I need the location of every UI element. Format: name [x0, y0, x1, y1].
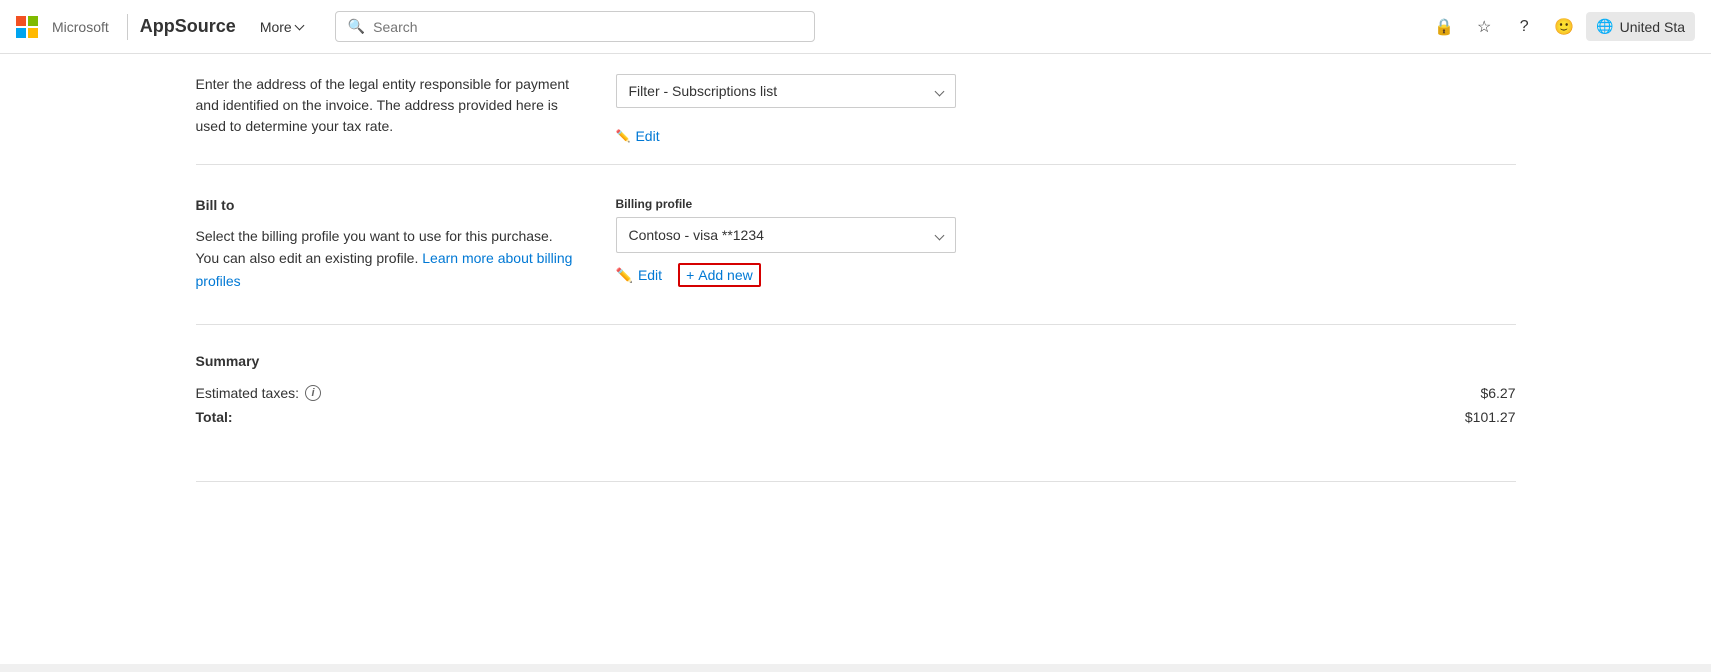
estimated-taxes-label: Estimated taxes:	[196, 385, 300, 401]
total-row: Total: $101.27	[196, 409, 1516, 425]
summary-section: Summary Estimated taxes: i $6.27 Total: …	[196, 325, 1516, 461]
estimated-taxes-label-group: Estimated taxes: i	[196, 385, 322, 401]
help-button[interactable]: ?	[1506, 9, 1542, 45]
add-new-link[interactable]: + Add new	[678, 263, 761, 287]
microsoft-logo-link[interactable]: Microsoft	[16, 16, 115, 38]
edit-pencil-icon: ✏️	[616, 267, 633, 284]
bill-to-section: Bill to Select the billing profile you w…	[196, 165, 1516, 325]
horizontal-scrollbar[interactable]	[0, 664, 1711, 672]
estimated-taxes-value: $6.27	[1480, 385, 1515, 401]
header-divider	[127, 14, 128, 40]
bill-to-right: Billing profile Contoso - visa **1234 ✏️…	[616, 197, 1516, 292]
header-icons: 🔒 ☆ ? 🙂 🌐 United Sta	[1426, 9, 1695, 45]
favorite-button[interactable]: ☆	[1466, 9, 1502, 45]
top-description: Enter the address of the legal entity re…	[196, 74, 576, 144]
main-content: Enter the address of the legal entity re…	[156, 54, 1556, 482]
pencil-icon: ✏️	[616, 129, 631, 143]
filter-dropdown[interactable]: Filter - Subscriptions list	[616, 74, 956, 108]
summary-title: Summary	[196, 353, 1516, 369]
edit-billing-link[interactable]: ✏️ Edit	[616, 267, 663, 284]
bottom-divider	[196, 481, 1516, 482]
bill-to-description: Select the billing profile you want to u…	[196, 225, 576, 292]
globe-icon: 🌐	[1596, 18, 1613, 35]
info-icon[interactable]: i	[305, 385, 321, 401]
microsoft-logo	[16, 16, 38, 38]
total-value: $101.27	[1465, 409, 1516, 425]
total-label: Total:	[196, 409, 233, 425]
filter-selected-value: Filter - Subscriptions list	[629, 83, 778, 99]
plus-icon: +	[686, 267, 694, 283]
more-chevron-icon	[294, 21, 304, 31]
header-microsoft-text: Microsoft	[52, 19, 109, 35]
billing-profile-selected: Contoso - visa **1234	[629, 227, 764, 243]
filter-chevron-icon	[934, 86, 944, 96]
top-edit-label: Edit	[635, 128, 659, 144]
region-label: United Sta	[1620, 19, 1685, 35]
header: Microsoft AppSource More 🔍 🔒 ☆ ? 🙂 🌐 Uni…	[0, 0, 1711, 54]
search-input[interactable]	[373, 19, 802, 35]
billing-profile-chevron-icon	[934, 230, 944, 240]
search-box[interactable]: 🔍	[335, 11, 815, 42]
top-section: Enter the address of the legal entity re…	[196, 54, 1516, 165]
billing-profile-label: Billing profile	[616, 197, 1516, 211]
more-label: More	[260, 19, 292, 35]
top-control: Filter - Subscriptions list ✏️ Edit	[616, 74, 1516, 144]
feedback-button[interactable]: 🙂	[1546, 9, 1582, 45]
edit-billing-label: Edit	[638, 267, 662, 283]
bill-to-title: Bill to	[196, 197, 576, 213]
lock-button[interactable]: 🔒	[1426, 9, 1462, 45]
add-new-label: Add new	[698, 267, 752, 283]
more-menu[interactable]: More	[252, 15, 311, 39]
billing-profile-dropdown[interactable]: Contoso - visa **1234	[616, 217, 956, 253]
estimated-taxes-row: Estimated taxes: i $6.27	[196, 385, 1516, 401]
bill-to-actions: ✏️ Edit + Add new	[616, 263, 1516, 287]
bill-to-left: Bill to Select the billing profile you w…	[196, 197, 576, 292]
region-button[interactable]: 🌐 United Sta	[1586, 12, 1695, 41]
top-description-text: Enter the address of the legal entity re…	[196, 74, 576, 137]
search-container: 🔍	[335, 11, 815, 42]
search-icon: 🔍	[348, 18, 365, 35]
top-edit-link[interactable]: ✏️ Edit	[616, 128, 660, 144]
appsource-brand[interactable]: AppSource	[140, 16, 236, 37]
